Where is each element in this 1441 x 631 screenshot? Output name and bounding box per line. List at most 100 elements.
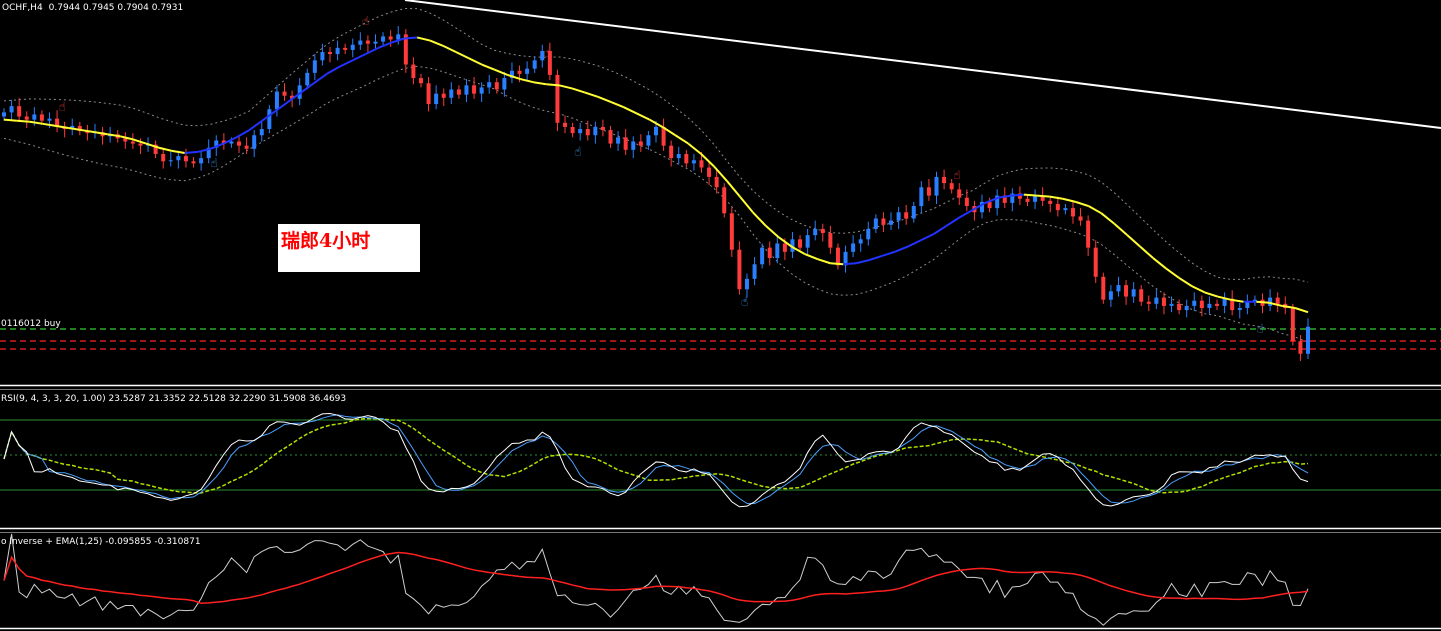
candle-body [1139, 289, 1144, 302]
candle-body [1298, 341, 1303, 354]
candle-body [600, 126, 605, 131]
ma-segment [248, 119, 263, 131]
ma-segment [726, 180, 741, 198]
candle-body [1131, 289, 1136, 297]
candle-body [1048, 200, 1053, 204]
ma-segment [1139, 245, 1154, 259]
candle-body [555, 74, 560, 123]
candle-body [9, 106, 14, 113]
annotation-text: 瑞郎4小时 [281, 230, 371, 252]
candle-body [494, 82, 499, 90]
candle-body [1055, 203, 1060, 211]
candle-body [532, 60, 537, 69]
candle-body [631, 141, 636, 150]
fractal-hand-icon: ☝ [741, 294, 748, 308]
candle-body [873, 218, 878, 229]
ma-segment [739, 196, 754, 213]
candle-body [237, 141, 242, 146]
candle-body [229, 141, 234, 144]
fractal-hand-icon: ☝ [59, 99, 66, 113]
ma-segment [868, 255, 883, 262]
candle-body [1108, 291, 1113, 300]
ma-segment [855, 259, 870, 265]
fractal-hand-icon: ☝ [544, 45, 551, 59]
ma-segment [1100, 212, 1115, 225]
candle-body [1116, 285, 1121, 292]
ma-segment [352, 53, 366, 62]
ma-segment [1152, 257, 1167, 270]
candle-body [881, 218, 886, 225]
candle-body [813, 228, 818, 236]
ma-segment [81, 129, 95, 134]
fractal-hand-icon: ☝ [210, 156, 217, 170]
ma-segment [507, 73, 521, 81]
candle-body [32, 114, 37, 120]
candle-body [502, 78, 507, 90]
candle-body [570, 126, 575, 134]
ma-segment [339, 59, 354, 68]
candle-body [328, 52, 332, 55]
candle-body [987, 201, 992, 209]
candle-body [646, 135, 651, 146]
candle-body [244, 145, 249, 149]
osc-ema-line [3, 551, 1309, 605]
ma-segment [546, 83, 560, 87]
candle-body [1154, 297, 1159, 304]
ma-segment [610, 101, 625, 109]
candle-body [1101, 276, 1106, 300]
candle-body [737, 249, 742, 290]
candle-body [638, 141, 643, 146]
candle-body [39, 114, 44, 121]
candle-body [585, 129, 590, 136]
ma-segment [558, 84, 573, 90]
ma-segment [42, 122, 56, 127]
candle-body [957, 189, 962, 198]
osc-line [3, 533, 1309, 626]
candle-body [1199, 300, 1204, 308]
candle-body [858, 239, 863, 244]
ma-segment [313, 73, 328, 85]
ma-segment [907, 239, 922, 248]
ma-segment [843, 262, 857, 266]
candle-body [805, 235, 810, 248]
ma-segment [429, 39, 444, 47]
candle-body [47, 118, 52, 121]
candle-body [441, 93, 446, 98]
trading-chart[interactable]: ☝ ☝ ☝ ☝ ☝ ☝ ☝ ☝ OCHF,H4 0.7944 0.7945 0.7904 0.7… [0, 0, 1441, 631]
trend-line[interactable] [404, 0, 1441, 129]
oscillator-lines [3, 533, 1309, 626]
rsi-label: RSI(9, 4, 3, 3, 20, 1.00) 23.5287 21.335… [1, 394, 346, 404]
fractal-hand-icon: ☝ [1257, 321, 1264, 335]
candle-body [1169, 303, 1174, 306]
candle-body [138, 143, 143, 146]
candle-body [767, 247, 772, 259]
oscillator-label: o Inverse + EMA(1,25) -0.095855 -0.31087… [1, 537, 201, 547]
ma-segment [1023, 193, 1037, 197]
candle-body [274, 91, 279, 110]
candle-body [176, 156, 181, 161]
candle-body [267, 109, 272, 130]
fractal-hand-icon: ☝ [362, 14, 369, 28]
candle-body [191, 161, 196, 164]
candle-body [1184, 305, 1189, 311]
ma-segment [1088, 205, 1102, 215]
candle-body [775, 243, 780, 259]
candle-body [183, 156, 188, 162]
candle-body [828, 233, 833, 248]
candle-body [578, 129, 583, 134]
ma-segment [29, 120, 43, 125]
candle-body [707, 167, 712, 177]
ma-segment [158, 146, 173, 152]
candle-body [282, 91, 287, 96]
candle-body [434, 93, 439, 105]
candle-body [1124, 285, 1129, 297]
candle-body [411, 64, 416, 79]
ma-segment [1075, 200, 1089, 207]
ma-segment [830, 262, 844, 266]
ma-segment [584, 91, 599, 98]
candle-body [259, 129, 264, 136]
candle-body [525, 68, 530, 74]
ma-segment [958, 209, 973, 219]
candle-body [699, 160, 704, 168]
candle-body [654, 126, 658, 136]
